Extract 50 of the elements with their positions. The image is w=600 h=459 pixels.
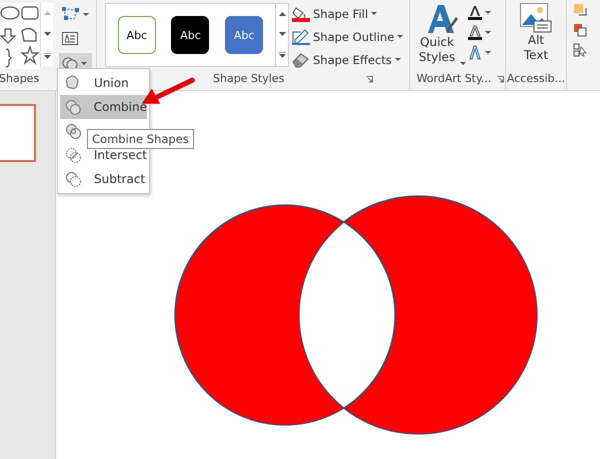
dialog-launcher-icon [497,76,504,82]
caret-icon [81,62,87,65]
scroll-down-icon [44,32,50,36]
text-fill-icon [468,5,482,20]
style-preset[interactable]: Abc [118,16,156,54]
style-preset[interactable]: Abc [225,16,264,54]
fragment-shapes-icon[interactable] [65,122,82,140]
text-box-icon [62,32,78,44]
ribbon-command[interactable]: Shape Outline [292,26,404,47]
caret-icon [460,62,466,65]
style-preset[interactable]: Abc [171,16,210,54]
intersect-shapes-icon [65,146,82,164]
tooltip: Combine Shapes [87,129,194,149]
caret-icon [485,11,491,14]
text-outline-icon [468,25,482,40]
group-label: Shapes [0,71,40,87]
group-label: Accessib... [506,71,566,87]
text-effects-icon [468,45,482,60]
caret-icon [485,51,491,54]
group-label: WordArt Sty... [416,71,492,87]
ribbon-command[interactable]: Shape Effects [292,49,404,70]
dialog-launcher-icon [366,76,374,82]
ribbon-command[interactable]: Shape Fill [292,3,404,24]
menu-item[interactable]: Combine [60,95,147,119]
bring-forward-icon [573,3,587,17]
more-icon [278,52,286,58]
edit-points-icon [62,7,80,21]
quick-styles-button[interactable]: Quick Styles [416,3,466,65]
scroll-up-icon [44,11,50,16]
combine-shapes-icon [65,98,82,116]
more-icon [44,52,50,59]
scroll-up-icon [278,12,286,16]
menu-item[interactable]: Union [60,71,147,95]
send-backward-icon [573,23,587,37]
alt-text-button[interactable]: Alt Text [520,3,552,63]
scroll-down-icon [278,32,286,36]
pen-icon [292,28,310,44]
group-label: Shape Styles [213,71,284,87]
caret-icon [397,35,404,38]
slide-thumbnail[interactable] [0,104,36,162]
image-icon [520,3,552,33]
caret-icon [371,12,378,15]
menu-item[interactable]: Subtract [60,167,147,191]
caret-icon [485,31,491,34]
selection-pane-icon [573,43,587,57]
caret-icon [394,58,401,61]
subtract-shapes-icon [65,170,82,188]
eraser-icon [292,52,310,68]
caret-icon [83,12,89,16]
paint-bucket-icon [292,6,310,22]
